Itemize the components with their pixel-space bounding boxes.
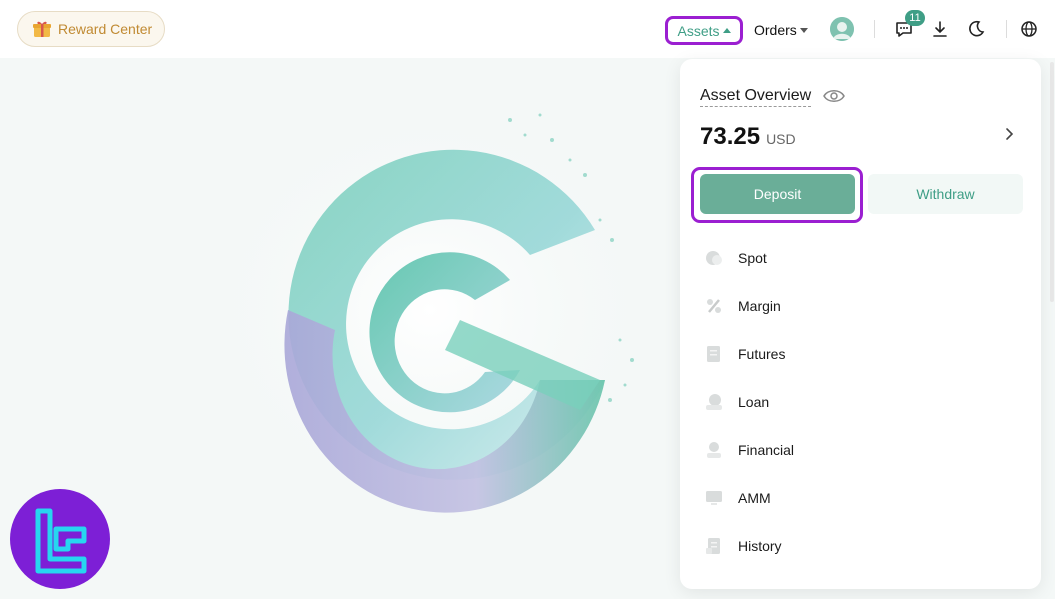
menu-item-loan[interactable]: Loan [704,384,1014,420]
asset-overview-title: Asset Overview [700,87,812,107]
menu-item-futures[interactable]: Futures [704,336,1014,372]
coin-icon [706,251,722,265]
menu-item-spot[interactable]: Spot [704,240,1014,276]
reward-center-label: Reward Center [58,21,153,37]
nav-orders-label: Orders [754,22,797,38]
download-icon[interactable] [930,19,950,39]
withdraw-button[interactable]: Withdraw [868,174,1023,214]
menu-item-label: AMM [738,490,771,506]
chevron-right-icon[interactable] [1002,127,1016,141]
reward-center-button[interactable]: Reward Center [17,11,165,47]
balance-value: 73.25 [700,123,761,150]
history-icon [706,538,720,554]
balance-display: 73.25 USD [700,123,796,151]
moon-icon[interactable] [966,19,986,39]
gift-icon [33,21,51,37]
hero-logo-graphic [190,90,670,530]
watermark-logo [10,489,110,589]
percent-icon [707,299,721,313]
menu-item-amm[interactable]: AMM [704,480,1014,516]
nav-assets-label: Assets [677,22,720,39]
document-icon [707,346,720,362]
eye-icon[interactable] [823,87,845,105]
menu-item-label: Spot [738,250,767,266]
asset-overview-panel: Asset Overview 73.25 USD Deposit Withdra… [680,59,1041,589]
user-icon [830,17,854,41]
divider [874,20,875,38]
nav-assets[interactable]: Assets [665,16,743,45]
menu-item-label: Loan [738,394,770,410]
menu-item-history[interactable]: History [704,528,1014,564]
avatar[interactable] [830,17,854,41]
globe-icon[interactable] [1019,19,1039,39]
page-scrollbar[interactable] [1050,62,1054,302]
deposit-button[interactable]: Deposit [700,174,855,214]
menu-item-label: History [738,538,782,554]
monitor-icon [706,491,722,505]
notification-badge: 11 [905,10,925,26]
menu-item-margin[interactable]: Margin [704,288,1014,324]
menu-item-label: Margin [738,298,781,314]
nav-orders[interactable]: Orders [754,20,808,40]
caret-down-icon [799,27,808,33]
top-navbar: Reward Center Assets Orders 11 [0,0,1055,58]
divider [1006,20,1007,38]
menu-item-financial[interactable]: Financial [704,432,1014,468]
financial-icon [707,442,721,458]
loan-icon [706,394,722,410]
balance-unit: USD [766,131,796,147]
caret-up-icon [722,28,731,33]
menu-item-label: Futures [738,346,786,362]
menu-item-label: Financial [738,442,795,458]
